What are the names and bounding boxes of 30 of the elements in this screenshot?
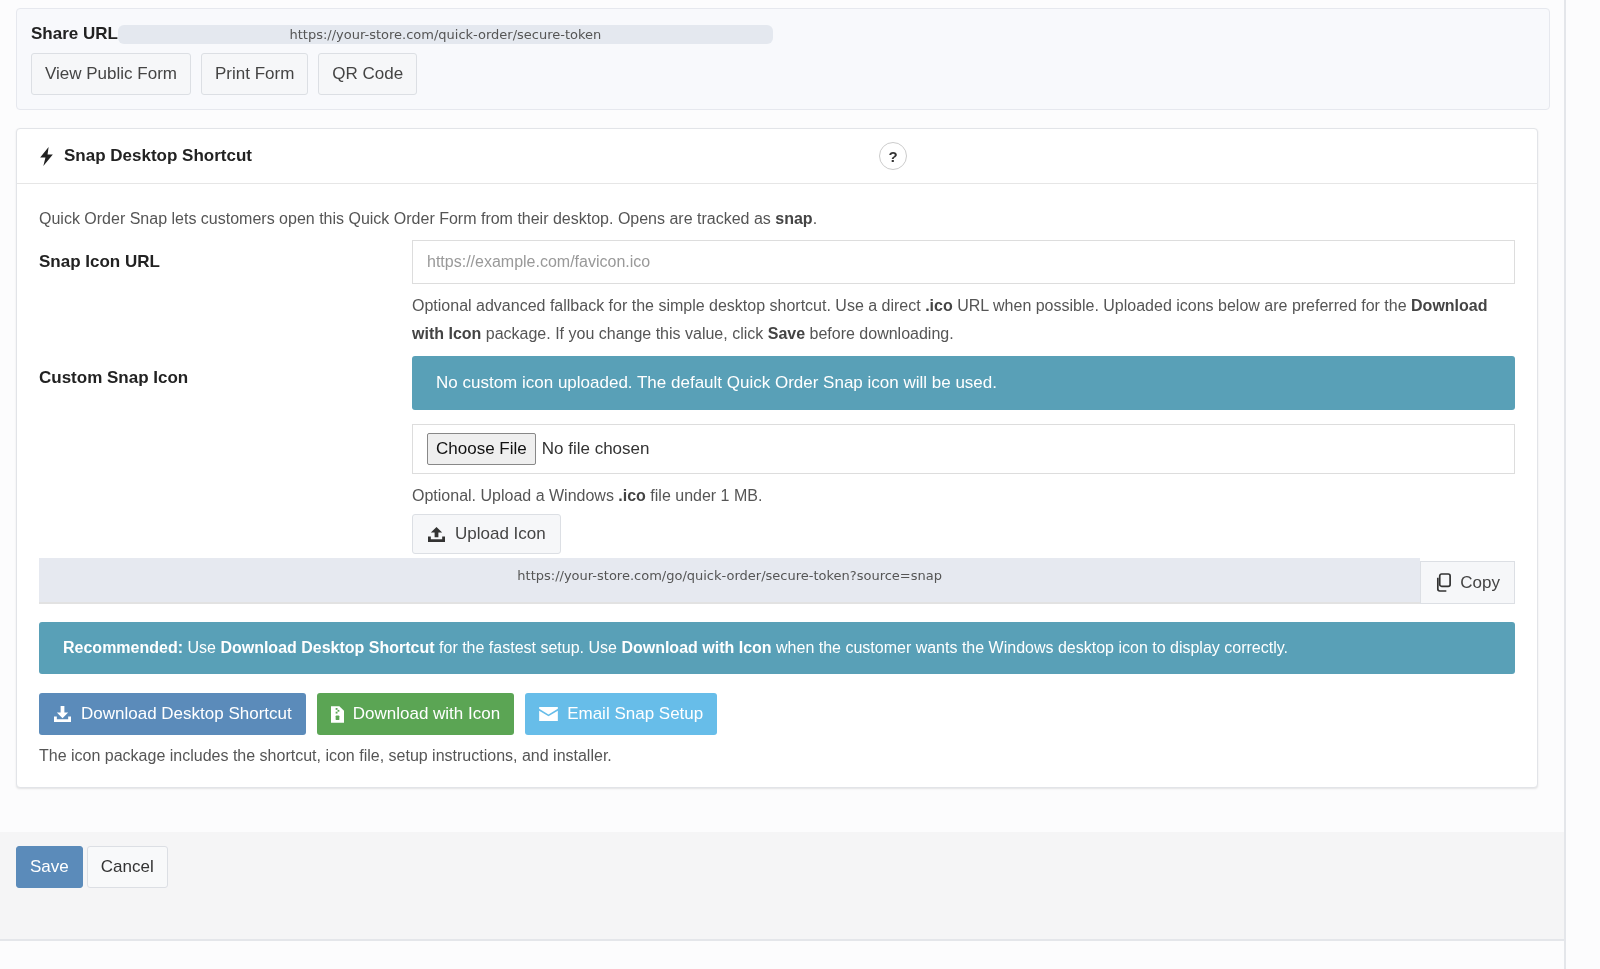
share-url-label: Share URL bbox=[31, 24, 118, 44]
field-label: Custom Snap Icon bbox=[39, 367, 190, 389]
share-button[interactable]: Print Form bbox=[200, 53, 309, 95]
field-label: Snap Icon URL bbox=[39, 251, 161, 273]
recommendation-alert: Recommended: Use Download Desktop Shortcut for the fastest setup. Use Download with Icon when the customer wants the Windows desktop icon to display correctly. bbox=[39, 622, 1515, 674]
upload-icon bbox=[427, 525, 446, 543]
help-text: Optional. Upload a Windows .ico file under 1 MB. bbox=[412, 486, 763, 506]
lightning-icon bbox=[39, 146, 54, 166]
choose-file-button[interactable]: Choose File bbox=[427, 433, 536, 465]
download-icon bbox=[53, 705, 72, 723]
envelope-icon bbox=[539, 707, 559, 721]
share-url: https://your-store.com/quick-order/secure-token bbox=[117, 24, 773, 44]
intro-text: Quick Order Snap lets customers open this Quick Order Form from their desktop. Opens are tracked as snap. bbox=[39, 210, 819, 228]
snap-link-field: https://your-store.com/go/quick-order/secure-token?source=snap bbox=[39, 558, 1421, 604]
zip-file-icon bbox=[330, 705, 344, 723]
card-title: Snap Desktop Shortcut bbox=[64, 146, 252, 166]
help-text: Optional advanced fallback for the simple desktop shortcut. Use a direct .ico URL when possible. Uploaded icons below are preferred for the Download with Icon package. If you change this value, click Save before downloading. bbox=[412, 296, 1489, 344]
action-button[interactable]: Download Desktop Shortcut bbox=[39, 693, 306, 735]
info-alert: No custom icon uploaded. The default Quick Order Snap icon will be used. bbox=[412, 356, 1515, 410]
copy-icon bbox=[1435, 573, 1453, 592]
icon-url-field[interactable]: https://example.com/favicon.ico bbox=[412, 240, 1515, 284]
share-button[interactable]: View Public Form bbox=[31, 53, 191, 95]
footer-button[interactable]: Cancel bbox=[86, 846, 168, 888]
file-status: No file chosen bbox=[541, 439, 650, 459]
help-button[interactable]: ? bbox=[878, 142, 907, 170]
share-button[interactable]: QR Code bbox=[318, 53, 418, 95]
upload-button[interactable]: Upload Icon bbox=[412, 514, 561, 554]
footer-button[interactable]: Save bbox=[16, 846, 83, 888]
note-text: The icon package includes the shortcut, icon file, setup instructions, and installer. bbox=[39, 747, 613, 765]
copy-button[interactable]: Copy bbox=[1420, 561, 1515, 604]
